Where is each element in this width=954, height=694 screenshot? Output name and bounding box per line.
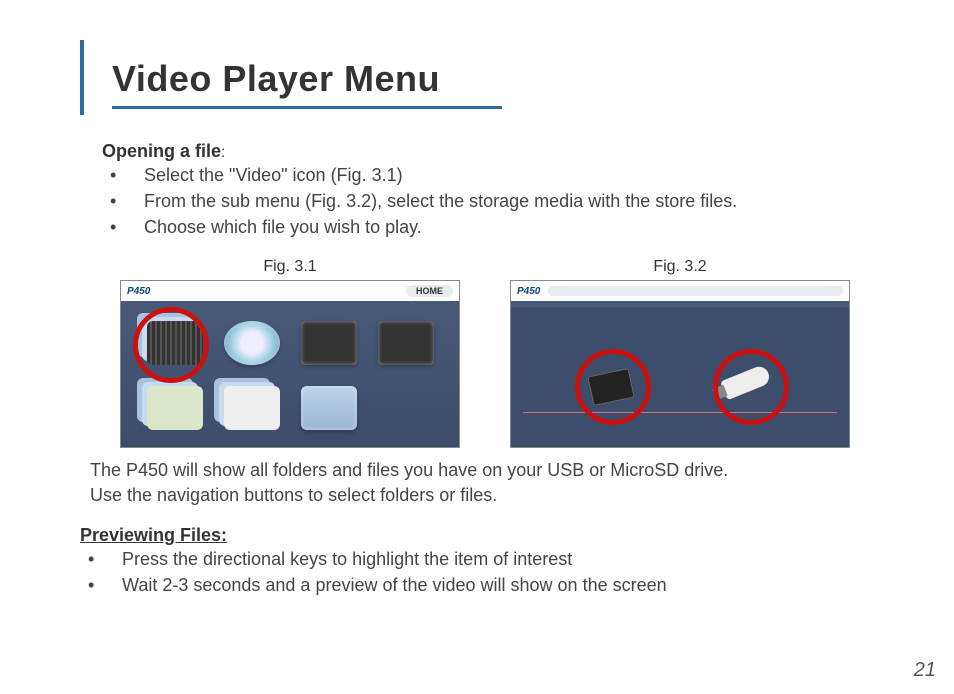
storage-items <box>511 372 849 402</box>
opening-bullets: Select the "Video" icon (Fig. 3.1) From … <box>102 162 894 240</box>
fig-header-bar: P450 <box>511 281 849 301</box>
preview-heading: Previewing Files: <box>80 525 894 546</box>
storage-select-body <box>511 307 849 447</box>
home-menu-grid <box>121 307 459 447</box>
preview-section: Previewing Files: Press the directional … <box>80 525 894 598</box>
opening-heading: Opening a file <box>102 141 221 161</box>
settings-icon <box>301 386 357 430</box>
figure-3-1: Fig. 3.1 P450 HOME <box>120 258 460 448</box>
cable-icon <box>301 321 357 365</box>
fig-3-2-screenshot: P450 <box>510 280 850 448</box>
music-icon <box>224 321 280 365</box>
connector-icon <box>378 321 434 365</box>
opening-section: Opening a file: Select the "Video" icon … <box>80 141 894 240</box>
fig-caption: Fig. 3.1 <box>263 258 316 276</box>
preview-bullets: Press the directional keys to highlight … <box>80 546 894 598</box>
photos-icon <box>147 386 203 430</box>
list-item: Press the directional keys to highlight … <box>88 546 894 572</box>
microsd-icon <box>587 368 634 406</box>
opening-heading-line: Opening a file: <box>102 141 894 162</box>
fig-header-bar: P450 HOME <box>121 281 459 301</box>
floor-line <box>523 412 837 413</box>
list-item: Select the "Video" icon (Fig. 3.1) <box>110 162 894 188</box>
home-pill: HOME <box>406 285 453 297</box>
body-text-line: The P450 will show all folders and files… <box>90 458 894 483</box>
post-figure-text: The P450 will show all folders and files… <box>80 458 894 508</box>
body-text-line: Use the navigation buttons to select fol… <box>90 483 894 508</box>
list-item: Wait 2-3 seconds and a preview of the vi… <box>88 572 894 598</box>
device-logo: P450 <box>127 286 150 297</box>
page-number: 21 <box>914 659 936 682</box>
opening-heading-suffix: : <box>221 144 225 161</box>
figure-3-2: Fig. 3.2 P450 <box>510 258 850 448</box>
list-item: Choose which file you wish to play. <box>110 214 894 240</box>
fig-caption: Fig. 3.2 <box>653 258 706 276</box>
document-icon <box>224 386 280 430</box>
figures-row: Fig. 3.1 P450 HOME <box>80 258 894 448</box>
fig-3-1-screenshot: P450 HOME <box>120 280 460 448</box>
video-icon <box>147 321 203 365</box>
page-title: Video Player Menu <box>112 58 894 100</box>
title-underline <box>112 106 502 109</box>
device-logo: P450 <box>517 286 540 297</box>
breadcrumb-pill <box>548 286 843 296</box>
manual-page: Video Player Menu Opening a file: Select… <box>0 0 954 694</box>
title-block: Video Player Menu <box>80 40 894 115</box>
list-item: From the sub menu (Fig. 3.2), select the… <box>110 188 894 214</box>
usb-icon <box>720 363 772 400</box>
